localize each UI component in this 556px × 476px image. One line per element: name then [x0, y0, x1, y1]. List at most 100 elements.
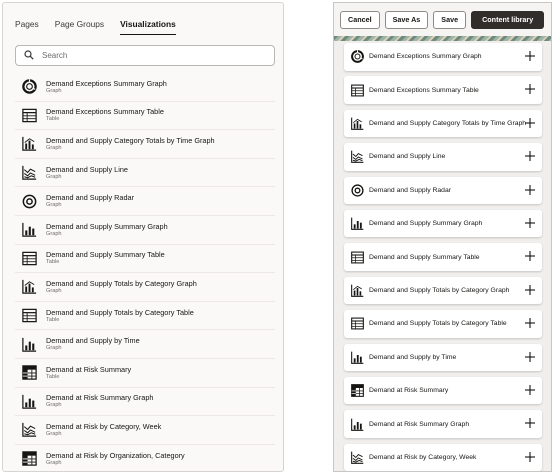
visualization-list-item[interactable]: Demand at Risk Summary Table: [15, 359, 275, 388]
search-input[interactable]: [42, 51, 262, 60]
bar-line-graph-icon: [21, 278, 38, 295]
bar-graph-icon: [21, 221, 38, 238]
visualization-list-item[interactable]: Demand at Risk Summary Graph Graph: [15, 388, 275, 417]
table-icon: [21, 307, 38, 324]
visualization-card-title: Demand and Supply Summary Graph: [369, 220, 483, 228]
search-icon: [24, 47, 34, 65]
visualization-title: Demand and Supply Totals by Category Gra…: [46, 278, 197, 288]
ring-graph-icon: [21, 78, 38, 95]
add-icon[interactable]: [524, 317, 536, 329]
visualization-text: Demand at Risk by Organization, Category…: [46, 451, 185, 467]
visualization-list-item[interactable]: Demand and Supply Summary Table Table: [15, 245, 275, 274]
visualization-list: Demand Exceptions Summary Graph Graph Dema…: [15, 73, 275, 471]
visualization-title: Demand and Supply Line: [46, 164, 128, 174]
visualization-type: Graph: [46, 202, 62, 209]
visualization-list-item[interactable]: Demand and Supply Category Totals by Tim…: [15, 130, 275, 159]
visualization-list-item[interactable]: Demand and Supply Line Graph: [15, 159, 275, 188]
visualization-list-item[interactable]: Demand Exceptions Summary Table Table: [15, 102, 275, 131]
tab-page-groups[interactable]: Page Groups: [55, 19, 104, 35]
visualization-list-item[interactable]: Demand and Supply Totals by Category Tab…: [15, 302, 275, 331]
table-icon: [350, 250, 365, 265]
visualization-card-title: Demand and Supply Category Totals by Tim…: [369, 120, 527, 128]
add-icon[interactable]: [524, 150, 536, 162]
tab-pages[interactable]: Pages: [15, 19, 39, 35]
bar-graph-icon: [350, 216, 365, 231]
visualization-card[interactable]: Demand and Supply by Time: [344, 343, 542, 372]
visualization-text: Demand at Risk Summary Graph Graph: [46, 393, 153, 409]
visualization-type: Table: [46, 316, 60, 323]
add-icon[interactable]: [524, 284, 536, 296]
visualization-card[interactable]: Demand at Risk Summary: [344, 376, 542, 405]
decorative-banner: [334, 36, 551, 41]
visualization-type: Table: [46, 373, 60, 380]
visualization-list-item[interactable]: Demand at Risk by Category, Week Graph: [15, 416, 275, 445]
visualization-title: Demand Exceptions Summary Table: [46, 107, 164, 117]
visualization-text: Demand and Supply Line Graph: [46, 165, 128, 181]
visualization-list-item[interactable]: Demand and Supply by Time Graph: [15, 330, 275, 359]
visualization-card[interactable]: Demand at Risk by Category, Week: [344, 443, 542, 471]
content-library-button[interactable]: Content library: [471, 10, 545, 29]
visualization-card[interactable]: Demand Exceptions Summary Graph: [344, 43, 542, 71]
visualization-card-title: Demand and Supply Totals by Category Tab…: [369, 320, 507, 328]
cancel-button[interactable]: Cancel: [340, 10, 380, 29]
visualization-text: Demand and Supply Category Totals by Tim…: [46, 136, 215, 152]
add-icon[interactable]: [524, 250, 536, 262]
bar-line-graph-icon: [350, 283, 365, 298]
visualization-card-title: Demand and Supply by Time: [369, 353, 457, 361]
table-icon: [21, 107, 38, 124]
visualization-type: Graph: [46, 144, 62, 151]
visualization-card[interactable]: Demand and Supply Category Totals by Tim…: [344, 109, 542, 138]
visualization-list-item[interactable]: Demand and Supply Radar Graph: [15, 187, 275, 216]
visualizations-panel: Pages Page Groups Visualizations Demand …: [2, 2, 284, 472]
table-icon: [21, 250, 38, 267]
add-icon[interactable]: [524, 217, 536, 229]
visualization-card-title: Demand and Supply Radar: [369, 186, 451, 194]
page-editor-panel: Cancel Save As Save Content library Dema…: [333, 2, 552, 472]
add-icon[interactable]: [524, 117, 536, 129]
add-icon[interactable]: [524, 384, 536, 396]
visualization-type: Graph: [46, 430, 62, 437]
tab-bar: Pages Page Groups Visualizations: [15, 19, 192, 35]
visualization-card[interactable]: Demand and Supply Totals by Category Gra…: [344, 276, 542, 305]
add-icon[interactable]: [524, 351, 536, 363]
visualization-list-item[interactable]: Demand at Risk by Organization, Category…: [15, 445, 275, 471]
visualization-title: Demand and Supply Summary Graph: [46, 221, 168, 231]
visualization-card[interactable]: Demand and Supply Totals by Category Tab…: [344, 310, 542, 338]
visualization-list-item[interactable]: Demand Exceptions Summary Graph Graph: [15, 73, 275, 102]
tab-visualizations[interactable]: Visualizations: [120, 19, 176, 35]
save-as-button[interactable]: Save As: [384, 10, 429, 29]
visualization-card-title: Demand and Supply Summary Table: [369, 253, 480, 261]
visualization-text: Demand at Risk Summary Table: [46, 365, 131, 381]
visualization-type: Table: [46, 259, 60, 266]
table-icon: [350, 83, 365, 98]
visualization-card[interactable]: Demand and Supply Summary Graph: [344, 209, 542, 238]
add-icon[interactable]: [524, 417, 536, 429]
save-button[interactable]: Save: [433, 10, 467, 29]
visualization-type: Graph: [46, 230, 62, 237]
visualization-title: Demand Exceptions Summary Graph: [46, 78, 167, 88]
line-graph-icon: [21, 421, 38, 438]
visualization-text: Demand and Supply by Time Graph: [46, 336, 140, 352]
add-icon[interactable]: [524, 83, 536, 95]
visualization-title: Demand at Risk Summary: [46, 364, 132, 374]
line-graph-icon: [21, 164, 38, 181]
add-icon[interactable]: [524, 50, 536, 62]
add-icon[interactable]: [524, 184, 536, 196]
bar-graph-icon: [350, 350, 365, 365]
visualization-list-item[interactable]: Demand and Supply Totals by Category Gra…: [15, 273, 275, 302]
visualization-list-item[interactable]: Demand and Supply Summary Graph Graph: [15, 216, 275, 245]
search-box[interactable]: [15, 45, 275, 66]
visualization-title: Demand and Supply Category Totals by Tim…: [46, 135, 215, 145]
visualization-title: Demand at Risk by Organization, Category: [46, 450, 185, 460]
visualization-card[interactable]: Demand Exceptions Summary Table: [344, 76, 542, 104]
visualization-card[interactable]: Demand and Supply Line: [344, 143, 542, 171]
visualization-type: Graph: [46, 402, 62, 409]
visualization-card[interactable]: Demand and Supply Radar: [344, 176, 542, 205]
visualization-card[interactable]: Demand and Supply Summary Table: [344, 243, 542, 271]
editor-toolbar: Cancel Save As Save Content library: [334, 3, 551, 36]
visualization-card-title: Demand at Risk by Category, Week: [369, 453, 477, 461]
visualization-text: Demand Exceptions Summary Table Table: [46, 107, 164, 123]
add-icon[interactable]: [524, 451, 536, 463]
visualization-type: Table: [46, 116, 60, 123]
visualization-card[interactable]: Demand at Risk Summary Graph: [344, 410, 542, 438]
